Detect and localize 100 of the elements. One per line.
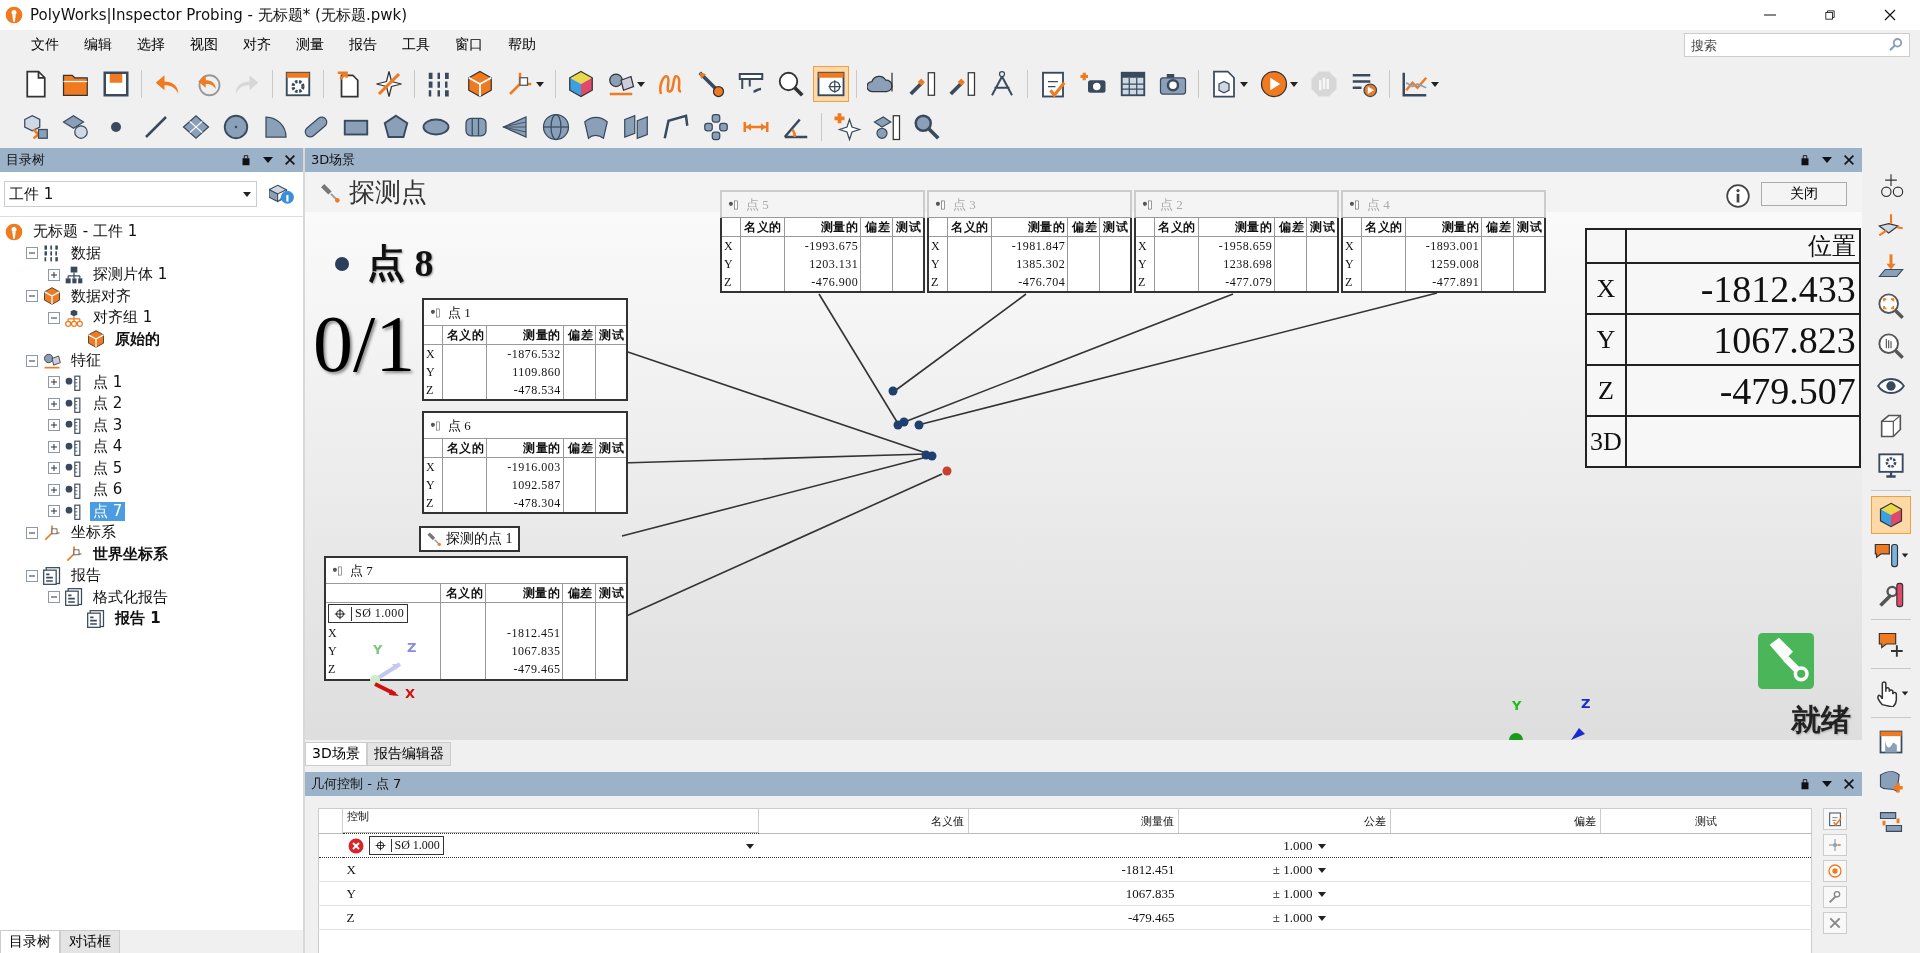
menu-item[interactable]: 文件 [22,33,68,57]
tree-item[interactable]: 特征 [68,351,104,371]
column-header: 测试 [595,326,626,345]
row-label: Y [931,256,941,271]
tree-item[interactable]: 数据对齐 [68,286,134,306]
row-label: Y [1138,256,1148,271]
search-box[interactable]: 搜索 [1684,33,1910,57]
tree-item[interactable]: 点 5 [90,458,126,478]
tree-item[interactable]: 探测片体 1 [90,265,171,285]
view-tab[interactable]: 报告编辑器 [366,742,451,766]
position-value: -1812.433 [1625,263,1860,314]
table-cell: 1238.698 [1198,255,1275,273]
axis-label: Y [1512,698,1522,713]
table-cell: -479.465 [485,660,563,679]
menu-item[interactable]: 编辑 [75,33,121,57]
menu-item[interactable]: 工具 [393,33,439,57]
menu-item[interactable]: 视图 [181,33,227,57]
column-header: 测量的 [1405,218,1482,237]
workpiece-dropdown[interactable]: 工件 1 [4,181,257,207]
table-cell: -1981.847 [991,236,1068,255]
row-label: X [426,459,436,474]
tree-item[interactable]: 坐标系 [68,523,119,543]
column-header: 偏差 [1067,218,1100,237]
table-cell: -477.891 [1405,273,1482,291]
column-header: 名义的 [440,584,486,603]
tree-item[interactable]: 世界坐标系 [90,544,171,564]
menu-item[interactable]: 测量 [287,33,333,57]
menu-item[interactable]: 对齐 [234,33,280,57]
column-header: 公差 [1178,808,1391,834]
column-header: 偏差 [563,326,596,345]
table-cell: 1067.835 [485,642,563,661]
table-cell: -479.465 [1127,909,1175,925]
table-cell: -476.704 [991,273,1068,291]
tree-item[interactable]: 无标题 - 工件 1 [30,222,141,242]
tree-item[interactable]: 点 2 [90,394,126,414]
menu-item[interactable]: 窗口 [446,33,492,57]
table-cell: -1916.003 [486,457,564,476]
row-label: Z [1345,274,1353,289]
control-tag[interactable]: SØ 1.000 [368,836,444,855]
menu-item[interactable]: 选择 [128,33,174,57]
callout-title: 点 5 [746,195,769,214]
axis-label: Z [1581,696,1591,711]
search-field[interactable]: 搜索 [1689,36,1887,54]
callout-title: 点 4 [1367,195,1390,214]
row-label: Z [931,274,939,289]
row-label: Y [328,644,338,658]
table-cell: 1092.587 [486,476,564,494]
tree-item[interactable]: 点 1 [90,372,126,392]
column-header: 测试 [1306,218,1337,237]
menu-item[interactable]: 报告 [340,33,386,57]
column-header: 名义的 [442,326,487,345]
probe-count: 0/1 [313,304,416,384]
position-value: -479.507 [1625,365,1860,416]
callout-title: 点 7 [350,561,373,580]
panel-tab[interactable]: 目录树 [0,930,60,953]
view-tab[interactable]: 3D场景 [305,742,367,766]
tree-item[interactable]: 报告 1 [112,609,164,629]
table-cell: -477.079 [1198,273,1275,291]
column-header: 测量的 [1198,218,1275,237]
callout-title: 点 2 [1160,195,1183,214]
table-cell: 1203.131 [784,255,861,273]
panel-title: 几何控制 - 点 7 [311,775,403,793]
column-header: 测量的 [485,584,563,603]
menu-item[interactable]: 帮助 [499,33,545,57]
row-label: Z [346,909,355,925]
tree-item[interactable]: 格式化报告 [90,587,171,607]
row-label: Y [1586,314,1626,365]
callout-title: 点 6 [448,416,471,435]
column-header: 测试 [1600,808,1812,834]
current-point: 点 8 [367,241,434,286]
row-label: X [346,861,356,877]
row-label: Z [328,662,336,676]
row-label: 3D [1586,416,1626,467]
column-header: 名义的 [1154,218,1199,237]
column-header: 测量的 [486,439,564,458]
column-header: 偏差 [1481,218,1514,237]
tree-item[interactable]: 数据 [68,243,104,263]
tree-item[interactable]: 点 3 [90,415,126,435]
tree-item[interactable]: 点 6 [90,480,126,500]
table-cell: 1067.835 [1125,885,1175,901]
table-cell: -1958.659 [1198,236,1275,255]
row-label: X [328,626,338,640]
close-button[interactable]: 关闭 [1761,182,1847,206]
row-label: Z [724,274,732,289]
panel-tab[interactable]: 对话框 [60,930,120,953]
tree-item[interactable]: 原始的 [112,329,163,349]
table-cell: -1876.532 [486,344,564,363]
callout-title: 点 1 [448,303,471,322]
column-header: 偏差 [563,439,596,458]
tree-item[interactable]: 报告 [68,566,104,586]
tree-item[interactable]: 对齐组 1 [90,308,156,328]
panel-title: 3D场景 [311,151,357,169]
row-label: Y [426,477,436,492]
tree-item[interactable]: 点 4 [90,437,126,457]
column-header: 偏差 [860,218,893,237]
axis-label: X [405,686,416,701]
column-header: 名义的 [1361,218,1406,237]
column-header: 名义值 [758,808,969,834]
row-label: Y [1345,256,1355,271]
row-label: Z [426,382,434,397]
